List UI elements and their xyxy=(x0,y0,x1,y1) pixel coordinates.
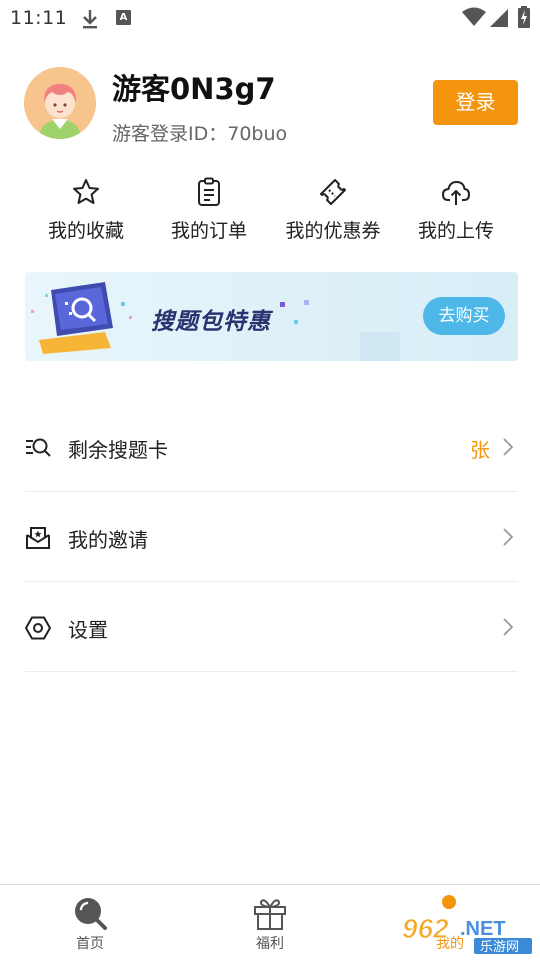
nav-label: 首页 xyxy=(76,936,104,952)
nav-welfare[interactable]: 福利 xyxy=(180,885,360,960)
quick-actions: 我的收藏 我的订单 我的优惠券 我的上传 xyxy=(0,170,540,250)
search-list-icon xyxy=(26,438,51,457)
battery-charging-icon xyxy=(518,6,530,28)
user-id: 游客登录ID：70buo xyxy=(112,123,288,145)
menu-item-label: 剩余搜题卡 xyxy=(68,438,168,462)
search-card-count: 张 xyxy=(470,438,490,462)
username: 游客0N3g7 xyxy=(112,72,276,106)
nav-home[interactable]: 首页 xyxy=(0,885,180,960)
quick-item-coupons[interactable]: 我的优惠券 xyxy=(271,170,395,243)
quick-item-uploads[interactable]: 我的上传 xyxy=(394,170,518,243)
chevron-right-icon xyxy=(503,438,514,456)
quick-item-label: 我的上传 xyxy=(417,220,494,242)
quick-item-orders[interactable]: 我的订单 xyxy=(147,170,271,243)
profile-active-dot xyxy=(442,895,456,909)
menu-item-settings[interactable]: 设置 xyxy=(25,582,518,672)
menu-item-label: 设置 xyxy=(68,618,108,642)
menu-item-search-cards[interactable]: 剩余搜题卡 张 xyxy=(25,402,518,492)
wifi-icon xyxy=(462,7,486,26)
gift-icon xyxy=(254,899,286,930)
search-icon xyxy=(75,898,107,930)
login-button[interactable]: 登录 xyxy=(433,80,518,125)
chevron-right-icon xyxy=(503,618,514,636)
status-time: 11:11 xyxy=(10,7,68,29)
signal-icon xyxy=(490,9,508,27)
mail-icon xyxy=(26,527,50,549)
svg-text:.NET: .NET xyxy=(460,918,506,940)
buy-button[interactable]: 去购买 xyxy=(423,297,505,335)
banner-decoration xyxy=(280,300,400,361)
quick-item-label: 我的收藏 xyxy=(47,220,124,242)
nav-label: 福利 xyxy=(256,936,284,952)
quick-item-favorites[interactable]: 我的收藏 xyxy=(24,170,148,243)
ticket-icon xyxy=(320,179,346,205)
chevron-right-icon xyxy=(503,528,514,546)
notification-a-icon: A xyxy=(116,10,131,25)
clipboard-icon xyxy=(198,177,220,206)
settings-hexagon-icon xyxy=(25,616,51,640)
svg-text:乐游网: 乐游网 xyxy=(480,940,519,954)
star-icon xyxy=(73,179,99,204)
svg-text:962: 962 xyxy=(402,913,449,944)
cloud-upload-icon xyxy=(442,181,470,205)
promo-banner[interactable]: 搜题包特惠 去购买 xyxy=(25,272,518,361)
menu-item-invitations[interactable]: 我的邀请 xyxy=(25,492,518,582)
quick-item-label: 我的优惠券 xyxy=(285,220,381,242)
download-icon xyxy=(83,10,97,29)
avatar[interactable] xyxy=(24,67,96,139)
watermark-logo: 962 .NET 乐游网 xyxy=(400,908,534,955)
banner-title: 搜题包特惠 xyxy=(151,309,271,335)
status-bar: 11:11 A xyxy=(0,0,540,36)
quick-item-label: 我的订单 xyxy=(170,220,247,242)
avatar-person-icon xyxy=(24,67,96,139)
menu-item-label: 我的邀请 xyxy=(68,528,148,552)
banner-illustration xyxy=(31,282,132,354)
